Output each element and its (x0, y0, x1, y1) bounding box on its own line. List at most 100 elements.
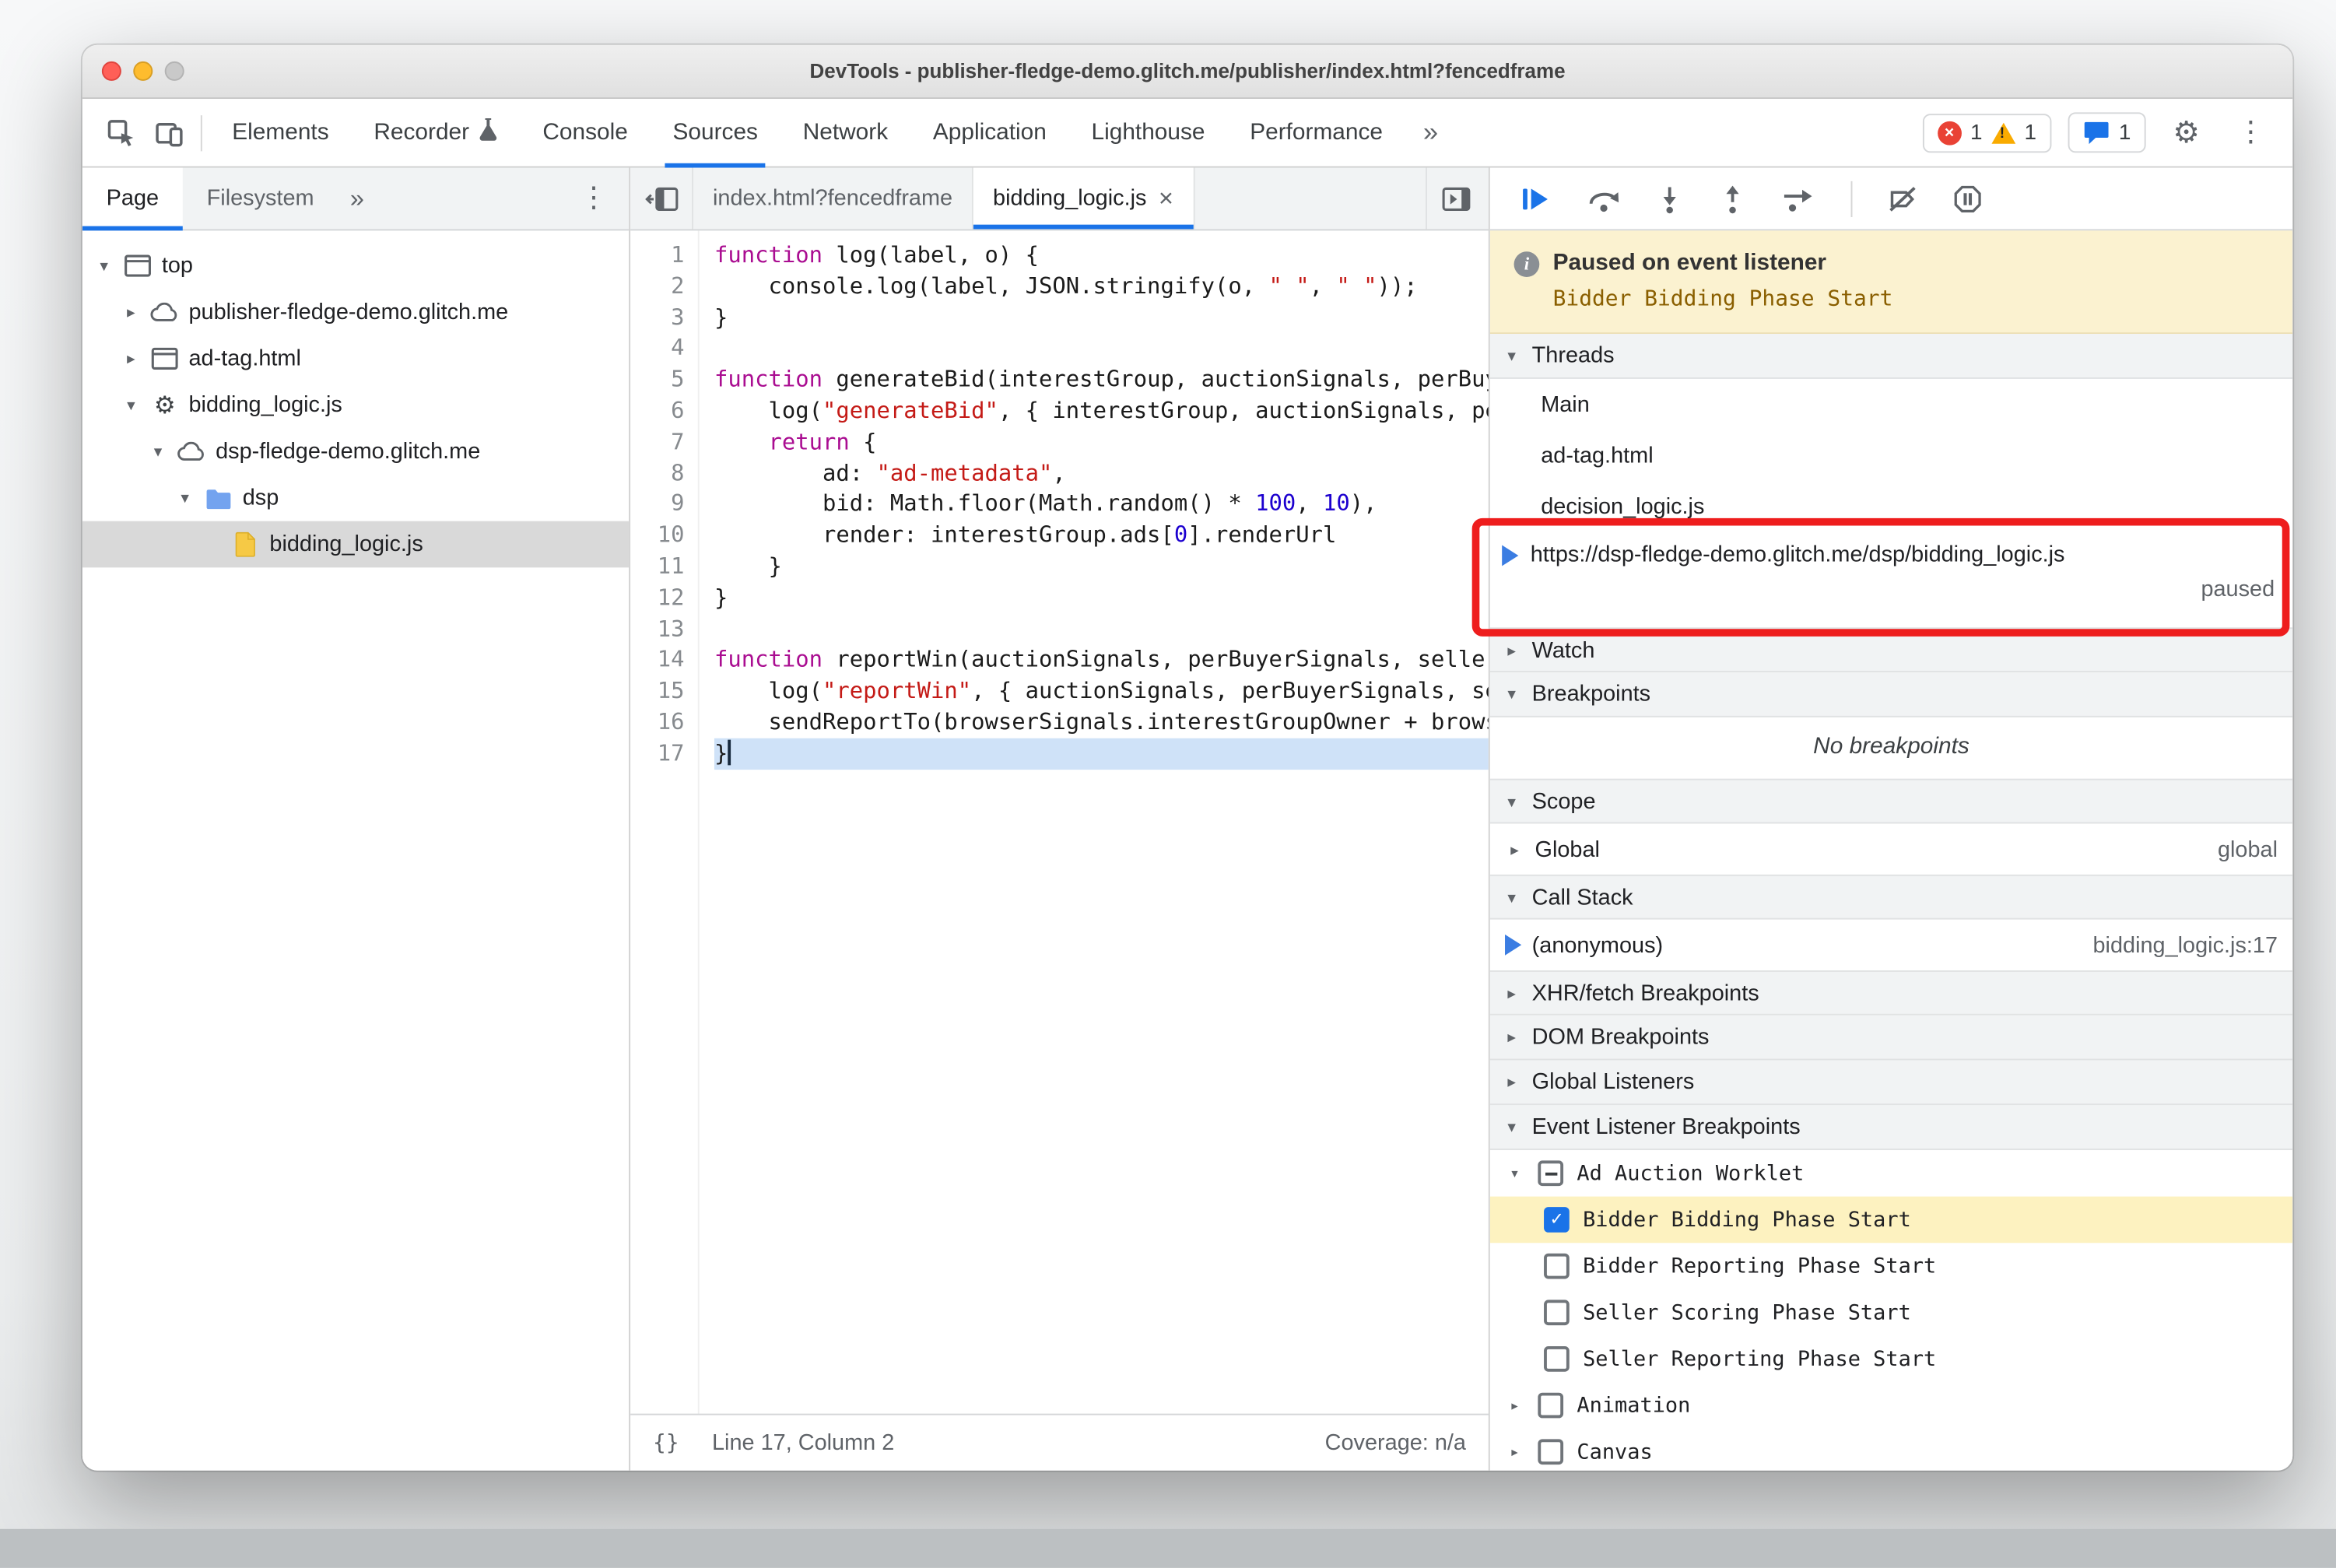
tab-elements[interactable]: Elements (209, 99, 351, 167)
line-number[interactable]: 15 (630, 675, 685, 707)
line-number[interactable]: 5 (630, 364, 684, 395)
expander-icon[interactable] (121, 303, 141, 322)
tab-network[interactable]: Network (780, 99, 910, 167)
step-icon[interactable] (1780, 184, 1816, 213)
section-watch[interactable]: Watch (1489, 627, 2293, 673)
line-number[interactable]: 14 (630, 644, 685, 675)
call-stack-frame[interactable]: (anonymous) bidding_logic.js:17 (1490, 920, 2292, 970)
checkbox-animation[interactable] (1538, 1392, 1564, 1419)
tab-recorder[interactable]: Recorder (352, 99, 521, 167)
step-over-icon[interactable] (1586, 184, 1622, 213)
pause-on-exceptions-icon[interactable] (1952, 184, 1982, 213)
tree-item-bidding-logic-js[interactable]: bidding_logic.js (82, 382, 629, 429)
deactivate-breakpoints-icon[interactable] (1887, 184, 1920, 213)
elb-item-bidder-reporting-phase-start[interactable]: Bidder Reporting Phase Start (1490, 1243, 2292, 1289)
more-panels-icon[interactable]: » (1405, 117, 1456, 148)
thread-item-current[interactable]: https://dsp-fledge-demo.glitch.me/dsp/bi… (1490, 531, 2292, 627)
thread-item-ad-tag-html[interactable]: ad-tag.html (1490, 430, 2292, 480)
line-number[interactable]: 8 (630, 458, 684, 489)
expander-icon[interactable] (1505, 1163, 1524, 1183)
minimize-window-button[interactable] (133, 61, 153, 81)
scope-global-row[interactable]: Global global (1490, 823, 2292, 874)
elb-group-ad-auction-worklet[interactable]: Ad Auction Worklet (1490, 1150, 2292, 1197)
checkbox-seller-scoring-phase-start[interactable] (1544, 1300, 1570, 1326)
navigator-menu-icon[interactable] (580, 181, 630, 216)
close-tab-icon[interactable] (1159, 184, 1173, 213)
expander-icon[interactable] (121, 395, 141, 415)
line-number[interactable]: 2 (630, 271, 684, 302)
code-editor[interactable]: 1 2 3 4 5 6 7 8 9 10 11 12 13 14 15 16 17 function log(l… (630, 230, 1489, 1414)
checkbox-ad-auction-worklet[interactable] (1538, 1160, 1564, 1187)
checkbox-bidder-bidding-phase-start[interactable] (1544, 1207, 1570, 1233)
tree-item-bidding-logic-js[interactable]: bidding_logic.js (82, 521, 630, 568)
tree-item-ad-tag-html[interactable]: ad-tag.html (82, 335, 629, 382)
line-number[interactable]: 16 (630, 707, 685, 738)
settings-gear-icon[interactable] (2162, 109, 2211, 157)
close-window-button[interactable] (101, 61, 121, 81)
tab-performance[interactable]: Performance (1227, 99, 1405, 167)
toggle-navigator-icon[interactable] (630, 167, 693, 230)
section-dom-breakpoints[interactable]: DOM Breakpoints (1489, 1015, 2293, 1061)
errors-warnings-badge[interactable]: × 1 ! 1 (1922, 113, 2052, 153)
thread-item-decision-logic-js[interactable]: decision_logic.js (1490, 481, 2292, 531)
section-breakpoints[interactable]: Breakpoints (1489, 672, 2293, 717)
line-number[interactable]: 12 (630, 582, 685, 613)
tab-application[interactable]: Application (910, 99, 1069, 167)
tree-item-publisher-fledge-demo-glitch-me[interactable]: publisher-fledge-demo.glitch.me (82, 289, 629, 335)
zoom-window-button[interactable] (164, 61, 184, 81)
tree-item-dsp-fledge-demo-glitch-me[interactable]: dsp-fledge-demo.glitch.me (82, 428, 629, 475)
tree-item-dsp[interactable]: dsp (82, 475, 629, 521)
line-number[interactable]: 6 (630, 395, 684, 426)
expander-icon[interactable] (1505, 1396, 1524, 1415)
tab-page[interactable]: Page (82, 167, 183, 231)
device-toolbar-icon[interactable] (146, 109, 194, 157)
line-number[interactable]: 10 (630, 520, 685, 551)
checkbox-canvas[interactable] (1538, 1439, 1564, 1465)
elb-item-bidder-bidding-phase-start[interactable]: Bidder Bidding Phase Start (1489, 1196, 2293, 1244)
line-number[interactable]: 1 (630, 240, 684, 271)
elb-group-canvas[interactable]: Canvas (1490, 1429, 2292, 1471)
tab-console[interactable]: Console (520, 99, 650, 167)
thread-item-main[interactable]: Main (1490, 379, 2292, 430)
section-call-stack[interactable]: Call Stack (1489, 874, 2293, 920)
resume-script-icon[interactable] (1517, 184, 1552, 213)
expander-icon[interactable] (175, 488, 195, 507)
line-number[interactable]: 7 (630, 426, 684, 458)
line-number[interactable]: 13 (630, 613, 685, 644)
checkbox-seller-reporting-phase-start[interactable] (1544, 1346, 1570, 1372)
step-out-icon[interactable] (1717, 184, 1747, 213)
section-event-listener-breakpoints[interactable]: Event Listener Breakpoints (1489, 1105, 2293, 1150)
section-threads[interactable]: Threads (1489, 334, 2293, 379)
editor-tab-index-html-fencedframe[interactable]: index.html?fencedframe (693, 167, 974, 230)
line-number[interactable]: 3 (630, 302, 684, 333)
more-navigator-tabs-icon[interactable]: » (338, 184, 376, 213)
tab-lighthouse[interactable]: Lighthouse (1069, 99, 1228, 167)
editor-tab-bidding-logic-js[interactable]: bidding_logic.js (973, 167, 1194, 230)
checkbox-bidder-reporting-phase-start[interactable] (1544, 1253, 1570, 1279)
section-xhr-breakpoints[interactable]: XHR/fetch Breakpoints (1489, 970, 2293, 1016)
pretty-print-icon[interactable]: {} (653, 1431, 679, 1455)
elb-item-label: Bidder Bidding Phase Start (1583, 1208, 1911, 1232)
expander-icon[interactable] (1505, 1442, 1524, 1461)
tab-sources[interactable]: Sources (651, 99, 780, 168)
expander-icon[interactable] (94, 256, 114, 275)
issues-badge[interactable]: 1 (2068, 112, 2146, 153)
elb-item-seller-scoring-phase-start[interactable]: Seller Scoring Phase Start (1490, 1289, 2292, 1336)
section-global-listeners[interactable]: Global Listeners (1489, 1060, 2293, 1106)
expander-icon[interactable] (121, 349, 141, 368)
section-call-stack-label: Call Stack (1531, 884, 1633, 910)
toggle-debugger-sidebar-icon[interactable] (1426, 167, 1489, 230)
line-number[interactable]: 17 (630, 738, 685, 769)
inspect-element-icon[interactable] (97, 109, 146, 157)
expander-icon[interactable] (149, 442, 168, 461)
section-scope[interactable]: Scope (1489, 778, 2293, 824)
elb-group-animation[interactable]: Animation (1490, 1382, 2292, 1429)
step-into-icon[interactable] (1654, 184, 1684, 213)
line-number[interactable]: 9 (630, 489, 684, 520)
line-number[interactable]: 11 (630, 551, 685, 582)
line-number[interactable]: 4 (630, 333, 684, 364)
tab-filesystem[interactable]: Filesystem (183, 168, 338, 230)
more-options-icon[interactable] (2227, 109, 2275, 157)
tree-item-top[interactable]: top (82, 243, 629, 289)
elb-item-seller-reporting-phase-start[interactable]: Seller Reporting Phase Start (1490, 1336, 2292, 1383)
